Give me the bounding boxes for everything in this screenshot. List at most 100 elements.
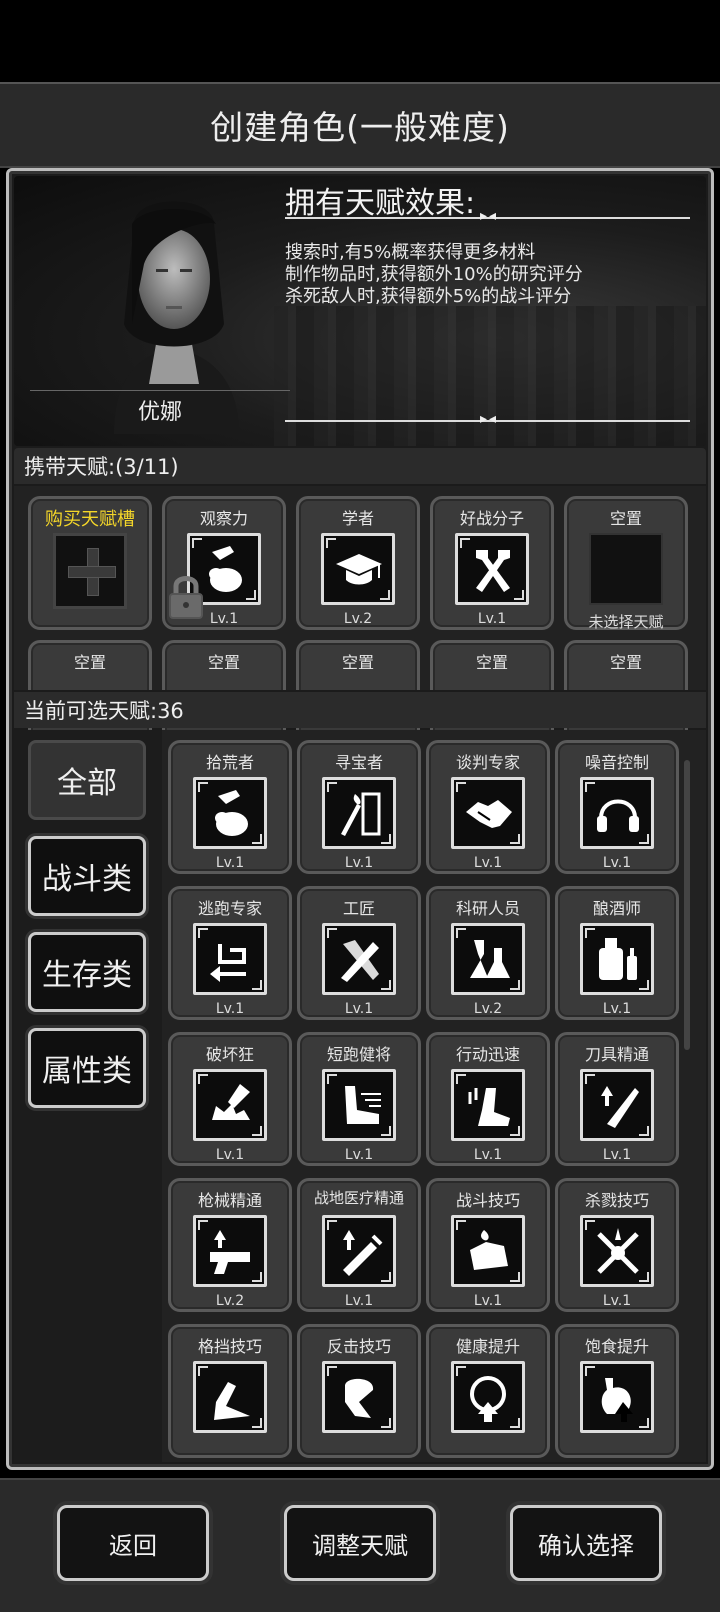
talent-name: 枪械精通 — [197, 1191, 262, 1210]
character-name-bar: 优娜 — [30, 390, 290, 428]
screen-title: 创建角色(一般难度) — [210, 108, 510, 147]
talent-name: 格挡技巧 — [197, 1337, 262, 1356]
talent-level: Lv.2 — [215, 1293, 245, 1309]
lock-icon — [169, 576, 203, 619]
back-button[interactable]: 返回 — [57, 1505, 209, 1581]
talent-card[interactable]: 健康提升 — [426, 1324, 550, 1458]
category-combat-tab[interactable]: 战斗类 — [28, 836, 146, 916]
available-talents-heading: 当前可选天赋:36 — [24, 699, 184, 723]
category-attribute-tab[interactable]: 属性类 — [28, 1028, 146, 1108]
pistol-icon — [193, 1215, 267, 1287]
category-label: 生存类 — [42, 958, 132, 993]
talent-name: 杀戮技巧 — [584, 1191, 649, 1210]
category-survival-tab[interactable]: 生存类 — [28, 932, 146, 1012]
crossed-hammers-icon — [455, 533, 529, 605]
talent-card[interactable]: 战斗技巧 Lv.1 — [426, 1178, 550, 1312]
effects-panel: 拥有天赋效果: 搜索时,有5%概率获得更多材料 制作物品时,获得额外10%的研究… — [285, 178, 695, 308]
talent-card[interactable]: 短跑健将 Lv.1 — [297, 1032, 421, 1166]
counter-icon — [322, 1361, 396, 1433]
talent-name: 空置 — [609, 509, 642, 528]
fist-icon — [451, 1215, 525, 1287]
hand-bag-icon — [193, 777, 267, 849]
talent-card[interactable]: 科研人员 Lv.2 — [426, 886, 550, 1020]
talent-card[interactable]: 反击技巧 — [297, 1324, 421, 1458]
smash-icon — [193, 1069, 267, 1141]
available-talents-header: 当前可选天赋:36 — [14, 692, 706, 728]
talent-card[interactable]: 行动迅速 Lv.1 — [426, 1032, 550, 1166]
carried-slot[interactable]: 好战分子 Lv.1 — [430, 496, 554, 630]
effects-divider-bottom — [285, 411, 690, 427]
effect-line: 杀死敌人时,获得额外5%的战斗评分 — [285, 286, 572, 307]
talent-name: 健康提升 — [455, 1337, 520, 1356]
talent-name: 酿酒师 — [592, 899, 641, 918]
talent-level: Lv.2 — [343, 611, 373, 627]
carried-slot-empty[interactable]: 空置 未选择天赋 — [564, 496, 688, 631]
brewing-icon — [580, 923, 654, 995]
talent-card[interactable]: 刀具精通 Lv.1 — [555, 1032, 679, 1166]
syringe-icon — [322, 1215, 396, 1287]
talent-card[interactable]: 格挡技巧 — [168, 1324, 292, 1458]
talent-name: 谈判专家 — [455, 753, 520, 772]
status-bar — [0, 0, 720, 82]
talent-name: 科研人员 — [455, 899, 520, 918]
talent-level: Lv.1 — [602, 1293, 632, 1309]
talent-level: Lv.1 — [602, 1147, 632, 1163]
carried-slot[interactable]: 学者 Lv.2 — [296, 496, 420, 630]
health-up-icon — [451, 1361, 525, 1433]
category-all-tab[interactable]: 全部 — [28, 740, 146, 820]
adjust-button-label: 调整天赋 — [312, 1531, 408, 1560]
talent-name: 破坏狂 — [205, 1045, 254, 1064]
talent-level: Lv.2 — [473, 1001, 503, 1017]
adjust-talents-button[interactable]: 调整天赋 — [284, 1505, 436, 1581]
confirm-button-label: 确认选择 — [538, 1531, 634, 1560]
talent-card[interactable]: 寻宝者 Lv.1 — [297, 740, 421, 874]
category-label: 全部 — [57, 766, 117, 801]
talent-card[interactable]: 杀戮技巧 Lv.1 — [555, 1178, 679, 1312]
talent-card[interactable]: 拾荒者 Lv.1 — [168, 740, 292, 874]
talent-card[interactable]: 谈判专家 Lv.1 — [426, 740, 550, 874]
talent-level: Lv.1 — [215, 1001, 245, 1017]
category-label: 属性类 — [42, 1054, 132, 1089]
fast-move-icon — [451, 1069, 525, 1141]
back-button-label: 返回 — [109, 1531, 157, 1560]
talent-level: Lv.1 — [473, 855, 503, 871]
effects-divider-top — [285, 208, 690, 224]
talent-card[interactable]: 饱食提升 — [555, 1324, 679, 1458]
effect-line: 制作物品时,获得额外10%的研究评分 — [285, 264, 583, 285]
talent-name: 行动迅速 — [455, 1045, 520, 1064]
talent-card[interactable]: 破坏狂 Lv.1 — [168, 1032, 292, 1166]
talent-level: Lv.1 — [602, 855, 632, 871]
talent-level: Lv.1 — [473, 1147, 503, 1163]
talent-card[interactable]: 噪音控制 Lv.1 — [555, 740, 679, 874]
hammer-saw-icon — [322, 923, 396, 995]
character-name: 优娜 — [137, 399, 182, 425]
talent-name: 学者 — [341, 509, 374, 528]
plus-icon — [53, 533, 127, 609]
talent-card[interactable]: 逃跑专家 Lv.1 — [168, 886, 292, 1020]
talent-name: 反击技巧 — [326, 1337, 391, 1356]
effects-list: 搜索时,有5%概率获得更多材料 制作物品时,获得额外10%的研究评分 杀死敌人时… — [285, 242, 695, 308]
talent-level: Lv.1 — [473, 1293, 503, 1309]
sprint-leg-icon — [322, 1069, 396, 1141]
blade-icon — [580, 1069, 654, 1141]
talent-card[interactable]: 工匠 Lv.1 — [297, 886, 421, 1020]
talent-card[interactable]: 酿酒师 Lv.1 — [555, 886, 679, 1020]
talent-card[interactable]: 战地医疗精通 Lv.1 — [297, 1178, 421, 1312]
talent-level: Lv.1 — [344, 1001, 374, 1017]
stomach-up-icon — [580, 1361, 654, 1433]
talent-name: 工匠 — [342, 899, 375, 918]
return-arrow-icon — [193, 923, 267, 995]
talent-name: 战地医疗精通 — [313, 1189, 404, 1207]
confirm-selection-button[interactable]: 确认选择 — [510, 1505, 662, 1581]
talent-level: Lv.1 — [215, 855, 245, 871]
buy-talent-slot-button[interactable]: 购买天赋槽 — [28, 496, 152, 630]
talent-name: 观察力 — [199, 509, 248, 528]
talent-level: Lv.1 — [344, 855, 374, 871]
talent-card[interactable]: 枪械精通 Lv.2 — [168, 1178, 292, 1312]
talent-name: 空置 — [207, 653, 240, 672]
talent-name: 寻宝者 — [334, 753, 383, 772]
scrollbar[interactable] — [684, 760, 690, 1050]
talent-name: 噪音控制 — [584, 753, 649, 772]
talent-name: 好战分子 — [459, 509, 524, 528]
headphones-icon — [580, 777, 654, 849]
